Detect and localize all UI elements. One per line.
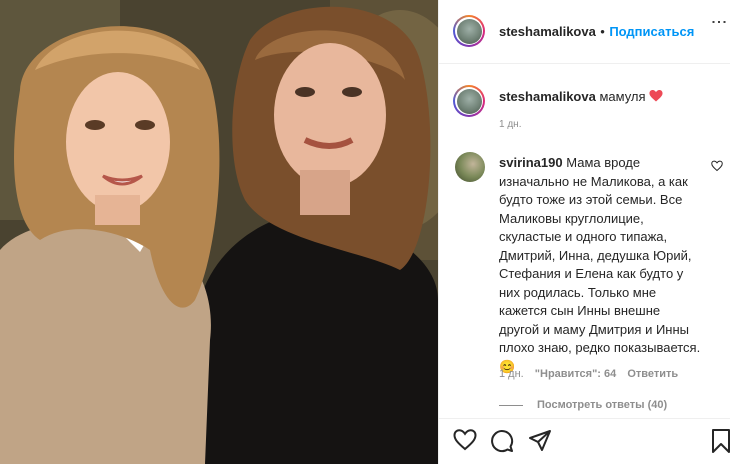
caption-avatar[interactable]	[453, 85, 485, 117]
author-avatar[interactable]	[453, 15, 485, 47]
replies-divider	[499, 404, 523, 406]
reply-button[interactable]: Ответить	[627, 368, 678, 380]
post-side-panel: steshamalikova • Подписаться ⋮ steshamal…	[438, 0, 730, 464]
comment: svirina190 Мама вроде изначально не Мали…	[499, 154, 702, 376]
post-header: steshamalikova • Подписаться ⋮	[439, 0, 730, 64]
avatar-image	[456, 88, 482, 114]
action-bar	[439, 418, 730, 465]
small-heart-icon[interactable]	[711, 160, 723, 172]
view-replies[interactable]: Посмотреть ответы (40)	[499, 399, 667, 411]
comment-username[interactable]: svirina190	[499, 155, 563, 170]
comment-time: 1 дн.	[499, 368, 524, 380]
post-photo[interactable]	[0, 0, 438, 464]
paper-plane-icon[interactable]	[528, 429, 552, 453]
heart-icon[interactable]	[453, 429, 477, 451]
comment-likes[interactable]: "Нравится": 64	[535, 368, 616, 380]
bookmark-icon[interactable]	[711, 429, 730, 453]
follow-button[interactable]: Подписаться	[609, 24, 694, 39]
red-heart-emoji	[649, 90, 663, 102]
view-replies-label[interactable]: Посмотреть ответы (40)	[537, 399, 667, 411]
header-username[interactable]: steshamalikova	[499, 24, 596, 39]
comment-meta: 1 дн. "Нравится": 64 Ответить	[499, 368, 686, 380]
post-caption: steshamalikova мамуля 1 дн.	[499, 89, 719, 130]
caption-username[interactable]: steshamalikova	[499, 89, 596, 104]
comment-icon[interactable]	[490, 429, 514, 453]
caption-time: 1 дн.	[499, 119, 522, 130]
more-options-icon[interactable]: ⋮	[710, 14, 727, 31]
header-user-line: steshamalikova • Подписаться	[499, 23, 694, 41]
comment-text: Мама вроде изначально не Маликова, а как…	[499, 155, 701, 355]
photo-illustration	[0, 0, 438, 464]
avatar-image	[456, 18, 482, 44]
caption-text: мамуля	[599, 89, 646, 104]
commenter-avatar[interactable]	[455, 152, 485, 182]
separator-dot: •	[600, 24, 605, 39]
